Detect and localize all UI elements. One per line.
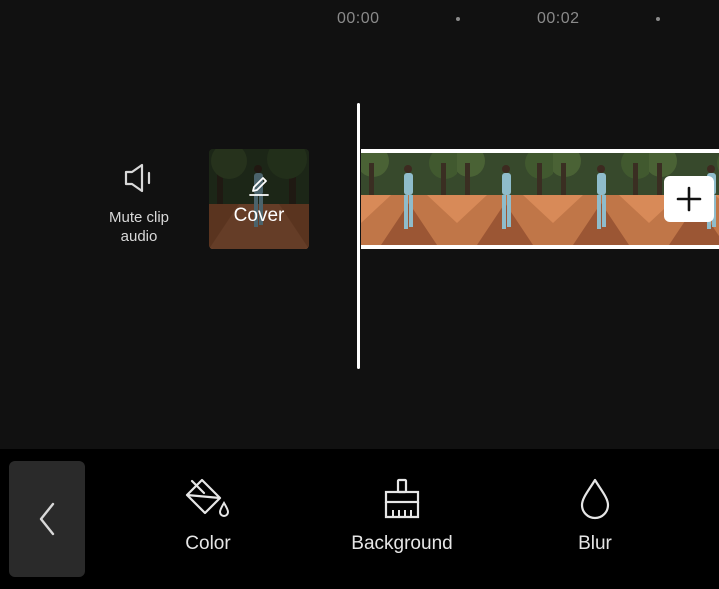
ruler-tick-dot bbox=[656, 17, 660, 21]
add-clip-button[interactable] bbox=[664, 176, 714, 222]
speaker-mute-icon bbox=[98, 160, 180, 196]
mute-clip-audio-label: Mute clip audio bbox=[108, 209, 170, 245]
background-tool-label: Background bbox=[351, 533, 453, 554]
ruler-time-label: 00:02 bbox=[537, 10, 580, 27]
brush-icon bbox=[342, 477, 462, 521]
blur-tool-button[interactable]: Blur bbox=[555, 477, 635, 555]
edit-pencil-icon bbox=[245, 170, 273, 203]
droplet-icon bbox=[555, 477, 635, 521]
paint-bucket-icon bbox=[168, 477, 248, 521]
ruler-time-label: 00:00 bbox=[337, 10, 380, 27]
blur-tool-label: Blur bbox=[578, 533, 612, 554]
mute-clip-audio-button[interactable]: Mute clip audio bbox=[98, 160, 180, 252]
color-tool-button[interactable]: Color bbox=[168, 477, 248, 555]
clip-frame-thumbnail bbox=[457, 153, 553, 245]
playhead[interactable] bbox=[357, 103, 360, 369]
background-tool-button[interactable]: Background bbox=[342, 477, 462, 555]
cover-label: Cover bbox=[233, 205, 285, 226]
cover-button[interactable]: Cover bbox=[209, 149, 309, 249]
timeline-area: 00:00 00:02 Mute clip audio Cover bbox=[0, 0, 719, 449]
ruler-tick-dot bbox=[456, 17, 460, 21]
bottom-toolbar: Color Background Blur bbox=[0, 449, 719, 589]
color-tool-label: Color bbox=[185, 533, 231, 554]
clip-frame-thumbnail bbox=[553, 153, 649, 245]
clip-frame-thumbnail bbox=[361, 153, 457, 245]
back-button[interactable] bbox=[9, 461, 85, 577]
